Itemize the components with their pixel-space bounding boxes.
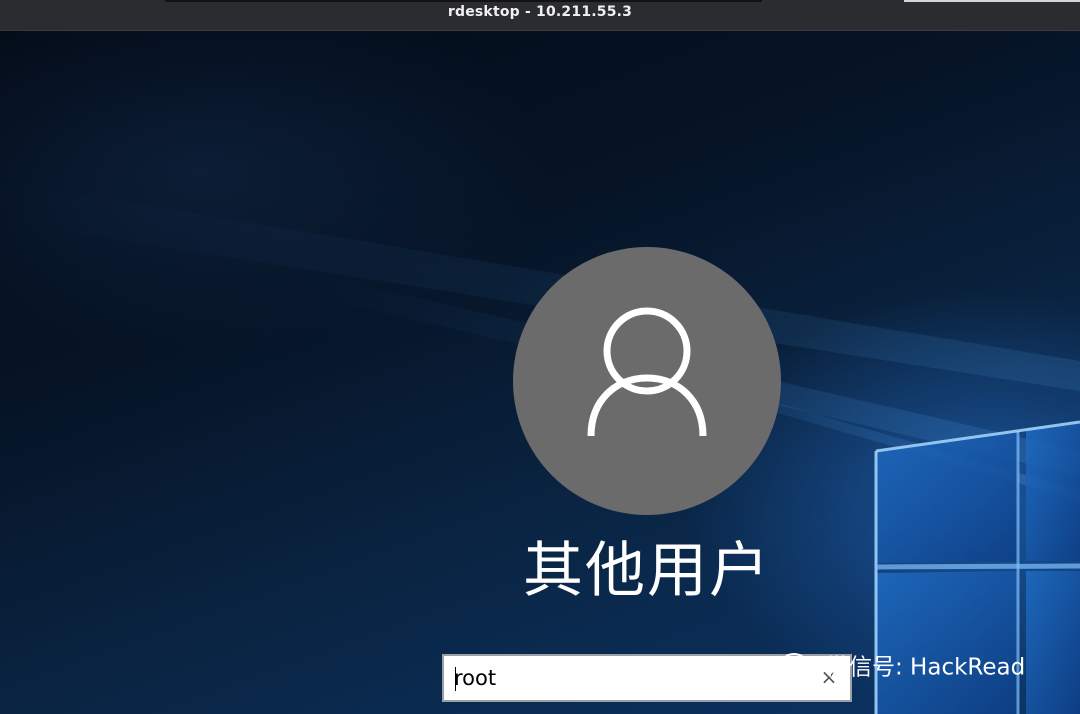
watermark-text: 微信号: HackRead xyxy=(826,654,1026,681)
lock-screen-background: 其他用户 × 微信号: HackRead xyxy=(0,31,1080,714)
user-avatar xyxy=(513,247,781,515)
wechat-logo-icon xyxy=(780,652,819,682)
wechat-watermark: 微信号: HackRead xyxy=(778,647,1025,687)
window-title: rdesktop - 10.211.55.3 xyxy=(447,4,633,20)
username-input[interactable] xyxy=(444,656,804,700)
person-icon xyxy=(587,307,707,437)
rdesktop-titlebar: rdesktop - 10.211.55.3 xyxy=(0,0,1080,31)
user-name-label: 其他用户 xyxy=(523,536,771,606)
text-caret xyxy=(455,667,456,691)
